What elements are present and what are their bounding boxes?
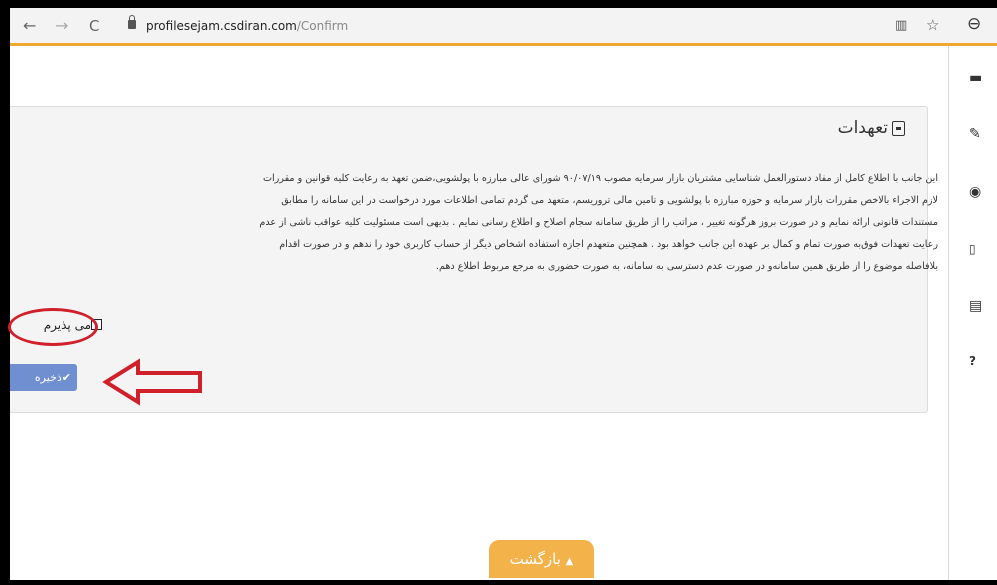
right-icon-sidebar: ▬ ✎ ◉ ▯ ▤ ?: [948, 46, 997, 580]
terms-line: بلافاصله موضوع را از طریق همین سامانه‌و …: [435, 261, 938, 272]
reload-icon[interactable]: C: [89, 17, 99, 35]
frame-bottom: [0, 580, 997, 585]
back-button[interactable]: بازگشت ▲: [489, 540, 594, 578]
help-icon[interactable]: ?: [969, 354, 976, 368]
red-arrow-icon: [102, 358, 202, 406]
chevron-up-icon: ▲: [565, 556, 574, 567]
star-icon[interactable]: ☆: [926, 16, 939, 34]
account-icon[interactable]: ⊖: [967, 14, 981, 34]
panel-title-text: تعهدات: [837, 118, 888, 138]
id-card-icon: [892, 120, 905, 136]
forward-arrow-icon[interactable]: →: [55, 17, 68, 35]
terms-line: لازم الاجراء بالاخص مقررات بازار سرمایه …: [281, 195, 938, 206]
document-icon[interactable]: ▤: [969, 298, 982, 314]
back-arrow-icon[interactable]: ←: [23, 17, 36, 35]
frame-top: [0, 0, 997, 8]
eye-icon[interactable]: ◉: [969, 184, 981, 200]
panel-title: تعهدات: [10, 118, 905, 138]
lock-icon: [128, 15, 136, 29]
edit-icon[interactable]: ✎: [969, 126, 981, 142]
url-path: /Confirm: [296, 19, 349, 33]
url-host: profilesejam.csdiran.com: [146, 19, 297, 33]
translate-icon[interactable]: ▥: [895, 18, 907, 33]
back-button-label: بازگشت: [509, 550, 561, 568]
card-icon[interactable]: ▬: [969, 70, 982, 86]
save-button-label: ذخیره: [34, 371, 62, 384]
check-icon: ✔: [61, 371, 71, 384]
browser-toolbar: ← → C profilesejam.csdiran.com/Confirm ▥…: [10, 8, 997, 46]
address-bar[interactable]: profilesejam.csdiran.com/Confirm: [146, 19, 348, 33]
terms-line: این جانب با اطلاع کامل از مفاد دستورالعم…: [262, 173, 938, 184]
highlight-ellipse: [8, 308, 98, 346]
terms-line: مستندات قانونی ارائه نمایم و در صورت برو…: [259, 217, 938, 228]
mobile-icon[interactable]: ▯: [969, 242, 976, 256]
terms-line: رعایت تعهدات فوق‌به صورت تمام و کمال بر …: [279, 239, 938, 250]
terms-text: این جانب با اطلاع کامل از مفاد دستورالعم…: [10, 168, 938, 288]
frame-left: [0, 0, 10, 585]
save-button[interactable]: ✔ذخیره: [10, 364, 77, 391]
